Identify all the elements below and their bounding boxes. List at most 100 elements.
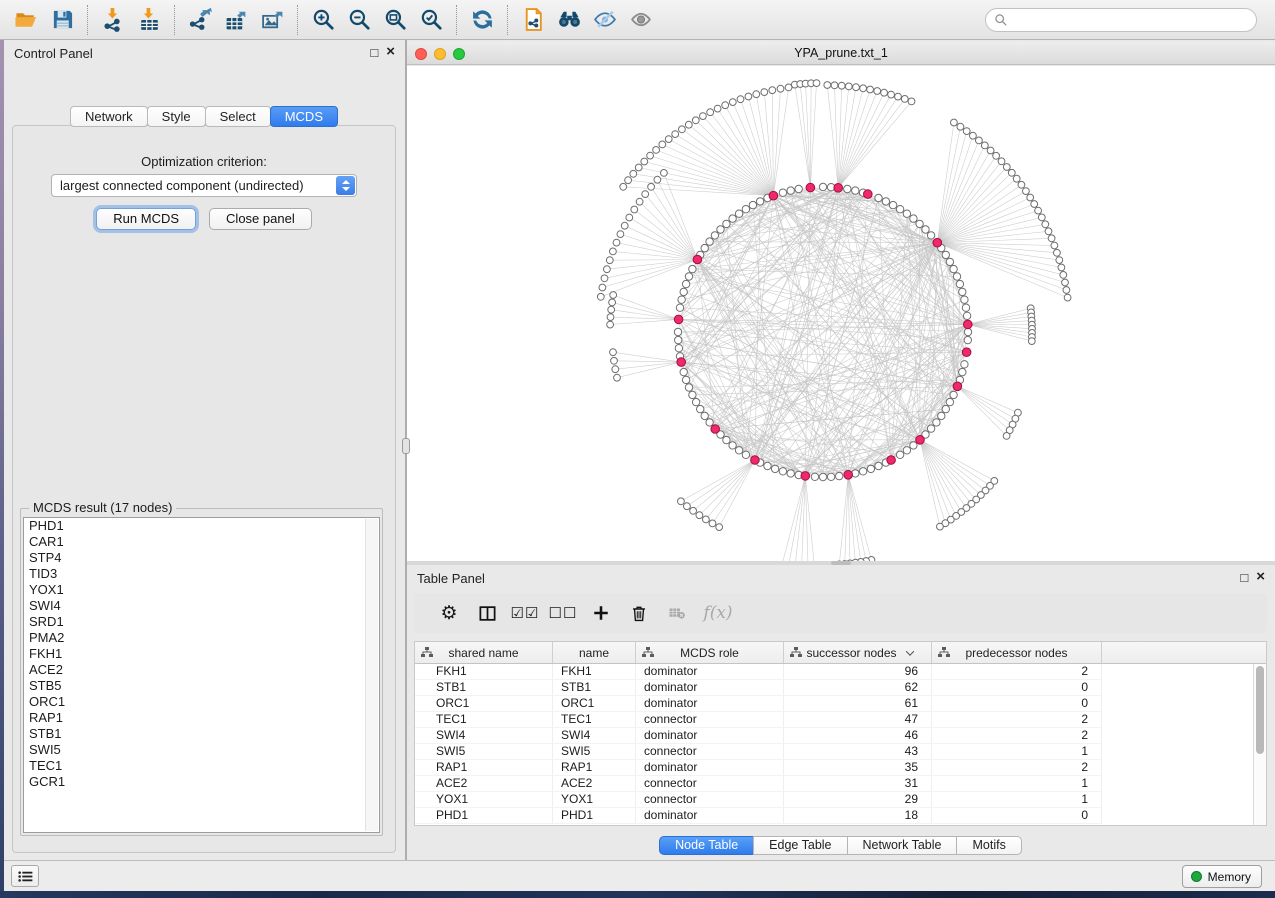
tab-network[interactable]: Network	[70, 106, 148, 127]
float-table-panel-icon[interactable]: □	[1240, 570, 1248, 585]
unselect-all-icon[interactable]: ☐☐	[544, 598, 582, 628]
show-details-icon[interactable]	[623, 4, 659, 36]
toolbar-separator	[456, 5, 457, 35]
table-row[interactable]: YOX1YOX1connector291	[415, 792, 1266, 808]
list-item[interactable]: GCR1	[24, 774, 379, 790]
table-row[interactable]: FKH1FKH1dominator962	[415, 664, 1266, 680]
tab-motifs[interactable]: Motifs	[956, 836, 1021, 855]
float-panel-icon[interactable]: □	[370, 45, 378, 60]
toolbar-separator	[87, 5, 88, 35]
list-item[interactable]: STB1	[24, 726, 379, 742]
delete-icon[interactable]	[620, 598, 658, 628]
list-item[interactable]: FKH1	[24, 646, 379, 662]
list-item[interactable]: TEC1	[24, 758, 379, 774]
hierarchy-icon	[642, 647, 654, 661]
table-panel-title: Table Panel	[417, 571, 485, 586]
table-row[interactable]: TEC1TEC1connector472	[415, 712, 1266, 728]
export-table-icon[interactable]	[218, 4, 254, 36]
column-header-shared-name[interactable]: shared name	[415, 642, 553, 663]
network-canvas-svg	[407, 66, 1275, 561]
zoom-out-icon[interactable]	[341, 4, 377, 36]
search-input[interactable]	[1013, 13, 1248, 27]
column-header-MCDS-role[interactable]: MCDS role	[636, 642, 784, 663]
mcds-result-groupbox: MCDS result (17 nodes) PHD1CAR1STP4TID3Y…	[20, 508, 383, 836]
save-icon[interactable]	[44, 4, 80, 36]
list-item[interactable]: SWI5	[24, 742, 379, 758]
table-row[interactable]: SWI4SWI4dominator462	[415, 728, 1266, 744]
close-panel-icon[interactable]: ×	[386, 44, 395, 60]
criterion-dropdown[interactable]: largest connected component (undirected)	[51, 174, 357, 197]
splitter-handle[interactable]	[402, 438, 410, 454]
close-table-panel-icon[interactable]: ×	[1256, 569, 1265, 585]
table-toolbar: ⚙ ☑☑ ☐☐ f(x)	[414, 593, 1267, 633]
control-panel-header: Control Panel □ ×	[4, 40, 405, 66]
tab-network-table[interactable]: Network Table	[847, 836, 958, 855]
table-settings-gear-icon[interactable]: ⚙	[430, 598, 468, 628]
zoom-selected-icon[interactable]	[413, 4, 449, 36]
column-header-name[interactable]: name	[553, 642, 636, 663]
share-document-icon[interactable]	[515, 4, 551, 36]
list-item[interactable]: RAP1	[24, 710, 379, 726]
network-window-title: YPA_prune.txt_1	[407, 46, 1275, 60]
app-window: Control Panel □ × NetworkStyleSelectMCDS…	[0, 0, 1275, 898]
list-item[interactable]: YOX1	[24, 582, 379, 598]
tab-select[interactable]: Select	[205, 106, 271, 127]
zoom-in-icon[interactable]	[305, 4, 341, 36]
list-item[interactable]: SWI4	[24, 598, 379, 614]
list-item[interactable]: PHD1	[24, 518, 379, 534]
table-tabs: Node TableEdge TableNetwork TableMotifs	[407, 836, 1275, 855]
right-region: YPA_prune.txt_1 Table Panel □ × ⚙ ☑☑	[407, 40, 1275, 861]
hierarchy-icon	[421, 647, 433, 661]
run-mcds-button[interactable]: Run MCDS	[96, 208, 196, 230]
show-columns-icon[interactable]	[468, 598, 506, 628]
binoculars-icon[interactable]	[551, 4, 587, 36]
list-item[interactable]: STP4	[24, 550, 379, 566]
tab-edge-table[interactable]: Edge Table	[753, 836, 847, 855]
refresh-icon[interactable]	[464, 4, 500, 36]
list-item[interactable]: SRD1	[24, 614, 379, 630]
control-panel: Control Panel □ × NetworkStyleSelectMCDS…	[4, 40, 405, 861]
toolbar-separator	[297, 5, 298, 35]
export-image-icon[interactable]	[254, 4, 290, 36]
import-network-icon[interactable]	[95, 4, 131, 36]
main-toolbar	[0, 0, 1275, 40]
table-row[interactable]: ORC1ORC1dominator610	[415, 696, 1266, 712]
panel-splitter[interactable]	[405, 40, 407, 861]
table-row[interactable]: SWI5SWI5connector431	[415, 744, 1266, 760]
import-table-icon[interactable]	[131, 4, 167, 36]
list-item[interactable]: CAR1	[24, 534, 379, 550]
toolbar-separator	[174, 5, 175, 35]
memory-button[interactable]: Memory	[1182, 865, 1262, 888]
list-item[interactable]: TID3	[24, 566, 379, 582]
mcds-list-scrollbar[interactable]	[365, 519, 378, 831]
control-tabs: NetworkStyleSelectMCDS	[4, 106, 405, 127]
list-item[interactable]: ORC1	[24, 694, 379, 710]
zoom-fit-icon[interactable]	[377, 4, 413, 36]
open-icon[interactable]	[8, 4, 44, 36]
hide-details-icon[interactable]	[587, 4, 623, 36]
mcds-result-list[interactable]: PHD1CAR1STP4TID3YOX1SWI4SRD1PMA2FKH1ACE2…	[23, 517, 380, 833]
tab-style[interactable]: Style	[147, 106, 206, 127]
column-header-predecessor-nodes[interactable]: predecessor nodes	[932, 642, 1102, 663]
tab-node-table[interactable]: Node Table	[659, 836, 754, 855]
table-row[interactable]: PHD1PHD1dominator180	[415, 808, 1266, 824]
table-panel: Table Panel □ × ⚙ ☑☑ ☐☐	[407, 565, 1275, 861]
mcds-tab-content: Optimization criterion: largest connecte…	[12, 125, 396, 853]
close-panel-button[interactable]: Close panel	[209, 208, 312, 230]
list-item[interactable]: ACE2	[24, 662, 379, 678]
tab-mcds[interactable]: MCDS	[270, 106, 338, 127]
export-network-icon[interactable]	[182, 4, 218, 36]
table-row[interactable]: STB1STB1dominator620	[415, 680, 1266, 696]
task-history-button[interactable]	[11, 865, 39, 887]
hierarchy-icon	[790, 647, 802, 661]
table-scrollbar[interactable]	[1253, 664, 1266, 825]
list-item[interactable]: PMA2	[24, 630, 379, 646]
table-scrollbar-thumb[interactable]	[1256, 666, 1264, 754]
list-item[interactable]: STB5	[24, 678, 379, 694]
network-canvas[interactable]	[407, 66, 1275, 561]
table-row[interactable]: RAP1RAP1dominator352	[415, 760, 1266, 776]
select-all-icon[interactable]: ☑☑	[506, 598, 544, 628]
column-header-successor-nodes[interactable]: successor nodes	[784, 642, 932, 663]
add-icon[interactable]	[582, 598, 620, 628]
table-row[interactable]: ACE2ACE2connector311	[415, 776, 1266, 792]
